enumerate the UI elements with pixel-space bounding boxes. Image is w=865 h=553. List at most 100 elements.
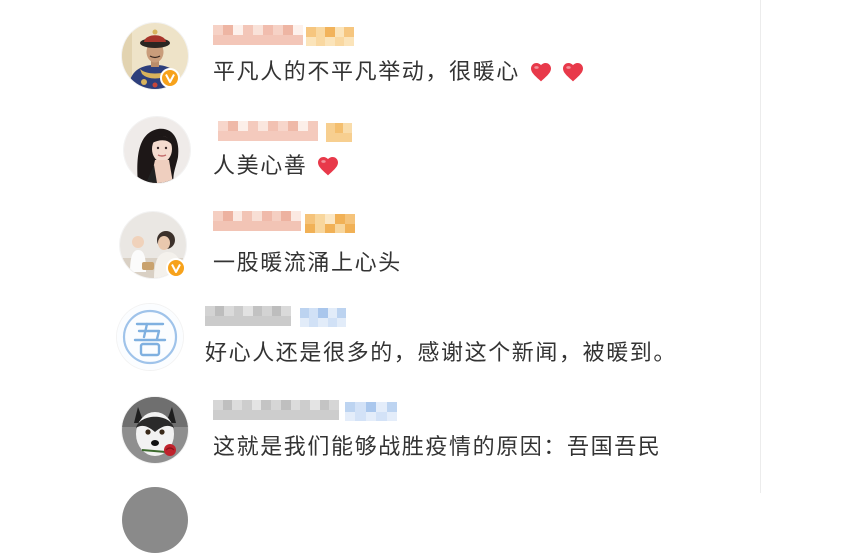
user-avatar[interactable] — [117, 304, 183, 370]
mosaic-cell — [325, 223, 335, 233]
mosaic-cell — [280, 410, 291, 420]
mosaic-cell — [251, 410, 262, 420]
username-mosaic[interactable] — [213, 400, 339, 420]
mosaic-cell — [242, 221, 253, 231]
mosaic-cell — [278, 121, 288, 131]
mosaic-cell — [258, 131, 268, 141]
mosaic-cell — [344, 36, 354, 46]
username-mosaic[interactable] — [213, 211, 301, 231]
mosaic-cell — [344, 27, 354, 37]
heart-emoji-group — [309, 154, 341, 178]
mosaic-cell — [343, 132, 352, 142]
mosaic-cell — [281, 316, 291, 326]
user-avatar[interactable] — [124, 117, 190, 183]
username-mosaic[interactable] — [205, 306, 291, 326]
mosaic-cell — [305, 214, 315, 224]
mosaic-cell — [243, 316, 253, 326]
mosaic-cell — [281, 221, 292, 231]
heart-emoji-group — [522, 60, 586, 84]
mosaic-cell — [319, 400, 330, 410]
mosaic-cell — [336, 317, 346, 327]
mosaic-cell — [268, 121, 278, 131]
mosaic-cell — [386, 402, 397, 412]
mosaic-cell — [315, 214, 325, 224]
mosaic-cell — [334, 36, 345, 46]
mosaic-cell — [319, 410, 330, 420]
mosaic-cell — [218, 121, 228, 131]
comment-text: 平凡人的不平凡举动，很暖心 — [213, 59, 520, 84]
mosaic-cell — [334, 123, 344, 133]
verified-badge-icon — [166, 258, 186, 278]
mosaic-cell — [271, 221, 282, 231]
mosaic-cell — [281, 211, 292, 221]
user-avatar[interactable] — [122, 397, 188, 463]
username-mosaic[interactable] — [218, 121, 318, 141]
mosaic-cell — [271, 410, 281, 420]
mosaic-cell — [318, 317, 328, 327]
user-avatar[interactable] — [122, 23, 188, 89]
comment-text: 这就是我们能够战胜疫情的原因：吾国吾民 — [213, 434, 662, 459]
mosaic-cell — [222, 400, 233, 410]
mosaic-cell — [309, 400, 320, 410]
mosaic-cell — [223, 35, 233, 45]
user-avatar[interactable] — [120, 212, 186, 278]
mosaic-cell — [233, 25, 243, 35]
mosaic-cell — [248, 121, 258, 131]
mosaic-cell — [300, 400, 310, 410]
mosaic-cell — [325, 214, 335, 224]
mosaic-cell — [315, 223, 325, 233]
mosaic-cell — [258, 121, 268, 131]
mosaic-cell — [242, 211, 253, 221]
comment-item: 一股暖流涌上心头 — [0, 209, 760, 301]
mosaic-cell — [233, 316, 244, 326]
mosaic-cell — [293, 35, 303, 45]
mosaic-cell — [262, 316, 272, 326]
comment-text: 人美心善 — [213, 153, 308, 178]
mosaic-cell — [263, 35, 273, 45]
mosaic-cell — [224, 306, 234, 316]
mosaic-cell — [335, 214, 345, 224]
mosaic-cell — [243, 35, 253, 45]
mosaic-cell — [271, 211, 282, 221]
mosaic-cell — [376, 411, 387, 421]
mosaic-cell — [252, 306, 263, 316]
mosaic-cell — [280, 400, 291, 410]
comment-text-row: 平凡人的不平凡举动，很暖心 — [213, 58, 586, 86]
mosaic-cell — [345, 223, 355, 233]
user-tag-mosaic — [300, 308, 346, 327]
mosaic-cell — [345, 214, 355, 224]
mosaic-cell — [329, 410, 339, 420]
mosaic-cell — [306, 27, 316, 37]
comment-text-row: 人美心善 — [213, 152, 341, 180]
mosaic-cell — [222, 410, 233, 420]
username-mosaic[interactable] — [213, 25, 303, 45]
heart-emoji-icon — [562, 63, 583, 82]
mosaic-cell — [205, 316, 215, 326]
comment-item: 这就是我们能够战胜疫情的原因：吾国吾民 — [0, 395, 760, 487]
mosaic-cell — [318, 308, 328, 318]
mosaic-cell — [309, 308, 319, 318]
mosaic-cell — [273, 35, 283, 45]
mosaic-cell — [306, 36, 316, 46]
mosaic-cell — [213, 211, 223, 221]
mosaic-cell — [300, 308, 310, 318]
mosaic-cell — [365, 402, 377, 412]
mosaic-cell — [327, 308, 337, 318]
mosaic-cell — [261, 221, 272, 231]
next-user-avatar[interactable] — [122, 487, 188, 553]
mosaic-cell — [355, 411, 366, 421]
husky-dog-avatar-image — [122, 397, 188, 463]
mosaic-cell — [327, 317, 337, 327]
mosaic-cell — [290, 400, 301, 410]
mosaic-cell — [309, 410, 320, 420]
mosaic-cell — [213, 400, 223, 410]
mosaic-cell — [315, 36, 326, 46]
mosaic-cell — [278, 131, 288, 141]
mosaic-cell — [326, 132, 335, 142]
comment-text-row: 好心人还是很多的，感谢这个新闻，被暖到。 — [205, 339, 679, 367]
woman-portrait-avatar-image — [124, 117, 190, 183]
comment-text: 一股暖流涌上心头 — [213, 250, 402, 275]
mosaic-cell — [271, 400, 281, 410]
mosaic-cell — [315, 27, 326, 37]
mosaic-cell — [205, 306, 215, 316]
